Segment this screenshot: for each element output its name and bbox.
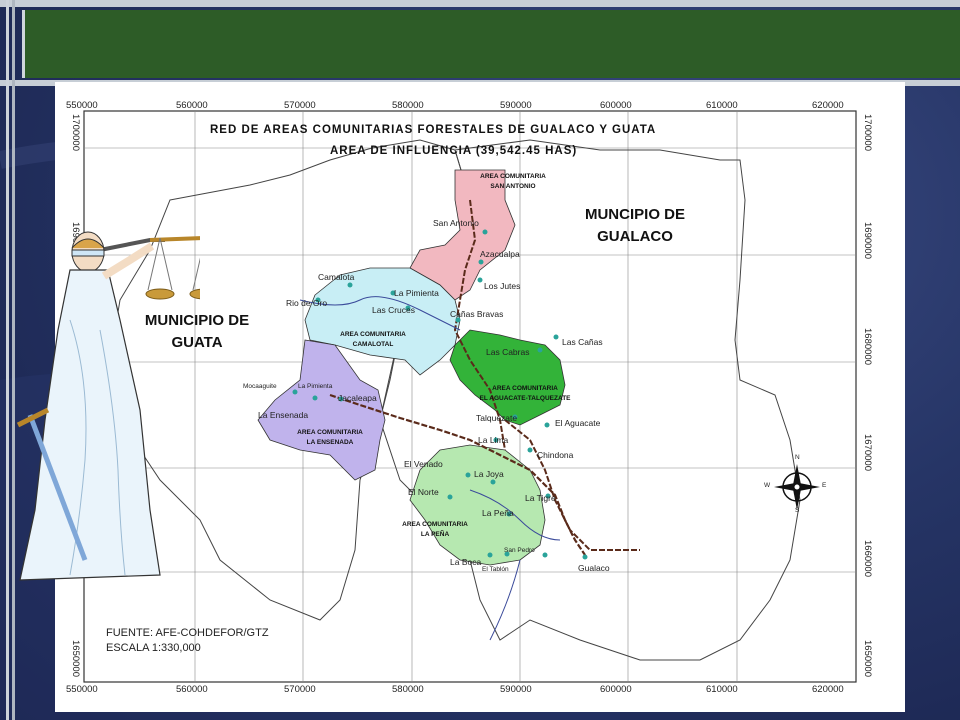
place-mocaaguite: Mocaaguite (243, 383, 277, 390)
place-azacualpa: Azacualpa (480, 249, 520, 259)
grid-label-right: 1700000 (862, 114, 873, 151)
grid-label-right: 1660000 (862, 540, 873, 577)
grid-label-right: 1670000 (862, 434, 873, 471)
place-el-tablon: El Tablón (482, 566, 509, 573)
place-la-ensenada: La Ensenada (258, 410, 309, 420)
place-camalota: Camalota (318, 272, 355, 282)
area-label-camalotal: AREA COMUNITARIA CAMALOTAL (318, 330, 428, 350)
map-source: FUENTE: AFE-COHDEFOR/GTZ ESCALA 1:330,00… (106, 626, 269, 656)
map-title: RED DE AREAS COMUNITARIAS FORESTALES DE … (210, 124, 657, 136)
source-line: FUENTE: AFE-COHDEFOR/GTZ (106, 627, 269, 639)
grid-label-bottom: 610000 (706, 684, 738, 695)
place-las-cabras: Las Cabras (486, 347, 530, 357)
area-label-line: CAMALOTAL (352, 341, 394, 348)
grid-label-right: 1690000 (862, 222, 873, 259)
place-el-venado: El Venado (404, 459, 443, 469)
grid-label-top: 610000 (706, 100, 738, 111)
grid-label-bottom: 550000 (66, 684, 98, 695)
grid-label-top: 560000 (176, 100, 208, 111)
area-label-line: AREA COMUNITARIA (480, 173, 546, 180)
compass-east: E (822, 482, 827, 489)
place-la-pimienta-small: La Pimienta (298, 383, 333, 390)
area-label-line: LA PEÑA (420, 531, 450, 538)
place-los-jutes: Los Jutes (484, 281, 521, 291)
grid-label-top: 600000 (600, 100, 632, 111)
grid-label-top: 620000 (812, 100, 844, 111)
grid-label-right: 1650000 (862, 640, 873, 677)
area-label-la-pena: AREA COMUNITARIA LA PEÑA (380, 520, 490, 540)
place-chindona: Chindona (537, 450, 574, 460)
grid-label-bottom: 600000 (600, 684, 632, 695)
area-label-line: LA ENSENADA (306, 439, 354, 446)
compass-north: N (795, 454, 800, 461)
grid-label-left: 1650000 (70, 640, 81, 677)
place-canas-bravas: Cañas Bravas (450, 309, 504, 319)
place-talquezate: Talquezate (476, 413, 518, 423)
grid-label-top: 590000 (500, 100, 532, 111)
lady-justice-icon (16, 231, 200, 581)
area-label-line: AREA COMUNITARIA (492, 385, 558, 392)
grid-label-bottom: 620000 (812, 684, 844, 695)
area-label-la-ensenada: AREA COMUNITARIA LA ENSENADA (275, 428, 385, 448)
place-la-lima: La Lima (478, 435, 509, 445)
place-gualaco: Gualaco (578, 563, 610, 573)
grid-label-top: 570000 (284, 100, 316, 111)
grid-label-bottom: 570000 (284, 684, 316, 695)
place-la-tigre: La Tigre (525, 493, 556, 503)
place-jacaleapa: Jacaleapa (338, 393, 377, 403)
place-san-pedro: San Pedro (504, 547, 535, 554)
place-la-boca: La Boca (450, 557, 482, 567)
place-el-aguacate: El Aguacate (555, 418, 601, 428)
area-label-line: AREA COMUNITARIA (297, 429, 363, 436)
place-la-pimienta: La Pimienta (394, 288, 439, 298)
area-label-line: AREA COMUNITARIA (402, 521, 468, 528)
area-label-line: EL AGUACATE-TALQUEZATE (479, 395, 571, 402)
grid-label-bottom: 580000 (392, 684, 424, 695)
place-san-antonio: San Antonio (433, 218, 479, 228)
grid-label-right: 1680000 (862, 328, 873, 365)
municipality-gualaco-line2: GUALACO (597, 228, 673, 245)
place-el-norte: El Norte (408, 487, 439, 497)
municipality-gualaco-line1: MUNCIPIO DE (584, 206, 685, 223)
place-las-canas: Las Cañas (562, 337, 603, 347)
area-label-san-antonio: AREA COMUNITARIA SAN ANTONIO (458, 172, 568, 192)
municipality-gualaco: MUNCIPIO DE GUALACO (560, 204, 710, 248)
compass-south: S (795, 507, 800, 514)
place-la-pena: La Peña (482, 508, 514, 518)
grid-label-left: 1700000 (70, 114, 81, 151)
area-label-line: AREA COMUNITARIA (340, 331, 406, 338)
area-aguacate-talquezate (449, 329, 566, 426)
place-las-cruces: Las Cruces (372, 305, 415, 315)
map-subtitle: AREA DE INFLUENCIA (39,542.45 HAS) (330, 145, 578, 157)
scale-line: ESCALA 1:330,000 (106, 642, 201, 654)
area-label-aguacate-talquezate: AREA COMUNITARIA EL AGUACATE-TALQUEZATE (460, 384, 590, 404)
grid-label-bottom: 560000 (176, 684, 208, 695)
area-label-line: SAN ANTONIO (490, 183, 536, 190)
compass-west: W (764, 482, 771, 489)
grid-label-bottom: 590000 (500, 684, 532, 695)
grid-label-top: 580000 (392, 100, 424, 111)
place-rio-de-oro: Rio de Oro (286, 298, 328, 308)
place-la-joya: La Joya (474, 469, 504, 479)
grid-label-top: 550000 (66, 100, 98, 111)
